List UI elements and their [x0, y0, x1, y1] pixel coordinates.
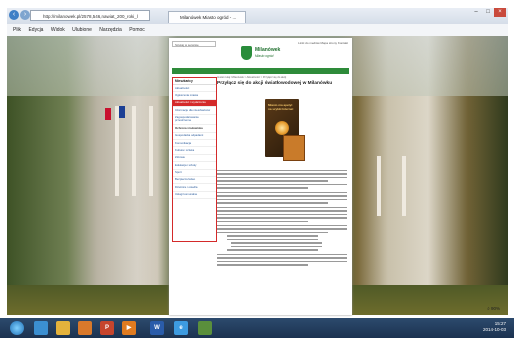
text-line [217, 257, 347, 259]
text-line [217, 264, 308, 266]
zoom-level[interactable]: ⌕ 90% [487, 306, 500, 311]
text-line [231, 242, 322, 244]
text-line [217, 224, 347, 227]
sidebar-item[interactable]: Ochrona środowiska [173, 125, 216, 133]
sidebar-title: Mieszkańcy [173, 78, 216, 85]
tab-milanowek[interactable]: Milanówek Miasto ogród - ... [168, 11, 246, 23]
media-icon[interactable] [78, 321, 92, 335]
sidebar-item[interactable]: Gospodarka odpadami [173, 133, 216, 140]
text-line [217, 187, 308, 189]
menu-item-pomoc[interactable]: Pomoc [129, 27, 145, 33]
sidebar-item[interactable]: Aktualności i wydarzenia [173, 99, 216, 108]
text-line [217, 253, 347, 256]
top-links[interactable]: Linki do mediów Mapa strony Kontakt [298, 41, 348, 45]
column [402, 156, 406, 216]
text-line [217, 206, 347, 209]
start-button-icon[interactable] [10, 321, 24, 335]
text-line [217, 213, 347, 216]
flag-icon [105, 108, 111, 120]
menu-item-edycja[interactable]: Edycja [28, 27, 43, 33]
address-bar[interactable]: http://milanowek.pl/2578,546,nawiat_200_… [30, 10, 150, 21]
main-nav[interactable]: Milanówek Mieszkańcy Biznes Turystyka Ku… [172, 68, 349, 82]
text-line [217, 202, 328, 204]
text-line [217, 260, 347, 263]
text-line [217, 170, 347, 172]
menu-item-ulubione[interactable]: Ulubione [72, 27, 92, 33]
sidebar-item[interactable]: Aktualności [173, 85, 216, 93]
sidebar-item[interactable]: Komunikacja [173, 140, 216, 148]
text-line [217, 183, 347, 186]
sidebar-item[interactable]: Ogłoszenia miasta [173, 92, 216, 100]
clock-date: 2014-10-03 [482, 327, 506, 332]
text-line [231, 245, 322, 248]
forward-icon[interactable]: › [20, 10, 30, 20]
text-line [217, 195, 347, 197]
app-icon[interactable] [198, 321, 212, 335]
text-line [227, 235, 318, 237]
article-title: Przyłącz się do akcji światłowodowej w M… [217, 81, 333, 86]
text-line [217, 198, 347, 201]
text-line [227, 238, 318, 241]
text-line [217, 228, 347, 230]
sidebar-item[interactable]: Edukacja i szkoły [173, 162, 216, 170]
small-box [283, 135, 305, 161]
column [115, 106, 119, 196]
minimize-icon[interactable]: – [470, 8, 482, 17]
sidebar-item[interactable]: Kultura i sztuka [173, 147, 216, 155]
site-search-input[interactable]: Szukaj w serwisie [172, 41, 216, 47]
text-line [217, 210, 347, 212]
sidebar-item[interactable]: Bezpieczeństwo [173, 177, 216, 185]
article-body [217, 170, 347, 268]
logo-name: Milanówek [255, 47, 281, 53]
player-icon[interactable]: ▶ [122, 321, 136, 335]
breadcrumb[interactable]: Jesteś tutaj: Milanówek > Aktualności > … [217, 76, 286, 79]
logo-subtitle: Miasto ogród [255, 54, 274, 58]
menu-item-plik[interactable]: Plik [13, 27, 21, 33]
sidebar-item[interactable]: Zagospodarowanie przestrzenne [173, 115, 216, 126]
box-label: Miasto ma apetyt na szybki Internet [268, 103, 294, 111]
sidebar-item[interactable]: Usługi komunalne [173, 192, 216, 200]
product-box: Miasto ma apetyt na szybki Internet [265, 99, 305, 161]
close-icon[interactable]: × [494, 8, 506, 17]
powerpoint-icon[interactable]: P [100, 321, 114, 335]
text-line [217, 173, 347, 175]
text-line [227, 249, 318, 251]
sidebar-item[interactable]: Sport [173, 170, 216, 177]
sidebar-item[interactable]: Zdrowie [173, 155, 216, 163]
flag-icon [119, 106, 125, 118]
menu-item-widok[interactable]: Widok [51, 27, 65, 33]
system-clock[interactable]: 15:27 2014-10-03 [483, 321, 506, 333]
app-icon[interactable] [34, 321, 48, 335]
sidebar-item[interactable]: Dzielnice i osiedla [173, 184, 216, 192]
column [149, 106, 153, 196]
screen: ‹ › http://milanowek.pl/2578,546,nawiat_… [0, 0, 514, 338]
light-burst [275, 121, 289, 135]
taskbar: P ▶ W e 15:27 2014-10-03 [0, 318, 514, 338]
browser-icon[interactable]: e [174, 321, 188, 335]
site-logo[interactable]: Milanówek Miasto ogród [241, 46, 289, 66]
text-line [217, 231, 328, 234]
folder-icon[interactable] [56, 321, 70, 335]
back-icon[interactable]: ‹ [9, 10, 19, 20]
text-line [217, 191, 347, 194]
crest-icon [241, 46, 252, 60]
text-line [217, 180, 328, 182]
text-line [217, 217, 347, 219]
article-image: Miasto ma apetyt na szybki Internet [255, 93, 311, 165]
maximize-icon[interactable]: □ [482, 8, 494, 17]
sidebar-menu: Mieszkańcy Aktualności Ogłoszenia miasta A… [172, 77, 217, 242]
text-line [217, 220, 308, 222]
column [132, 106, 136, 196]
sidebar-item[interactable]: Informacje dla mieszkańców [173, 107, 216, 115]
web-page: Szukaj w serwisie Linki do mediów Mapa s… [169, 38, 352, 315]
menu-item-narzedzia[interactable]: Narzędzia [99, 27, 122, 33]
word-icon[interactable]: W [150, 321, 164, 335]
text-line [217, 176, 347, 179]
column [377, 156, 381, 216]
